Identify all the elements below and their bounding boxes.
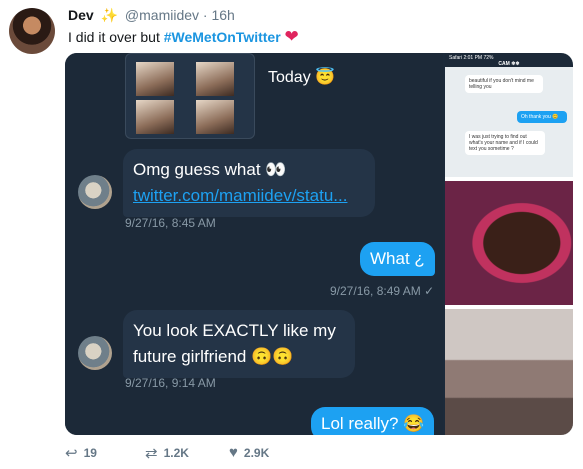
message-time: 9/27/16, 8:45 AM <box>125 216 216 230</box>
today-label: Today 😇 <box>268 69 336 86</box>
couple-photo[interactable] <box>445 309 573 435</box>
reply-button[interactable]: ↩ 19 <box>65 444 97 462</box>
photo-thumb <box>196 100 234 134</box>
status-bar: Safari 2:01 PM 72% CAM ❄❄ <box>445 53 573 67</box>
message-text: Omg guess what 👀 <box>133 160 287 179</box>
message-time: 9/27/16, 8:49 AM ✓ <box>330 284 435 298</box>
tweet-header: Dev ✨ @mamiidev · 16h <box>68 7 235 24</box>
message-bubble-in: Omg guess what 👀 twitter.com/mamiidev/st… <box>123 149 375 217</box>
sender-avatar <box>78 175 112 209</box>
retweet-count: 1.2K <box>163 446 189 460</box>
sender-avatar <box>78 336 112 370</box>
contact-name: CAM ❄❄ <box>498 61 520 67</box>
tweet-link[interactable]: twitter.com/mamiidev/statu... <box>133 183 365 209</box>
photo-thumb <box>196 62 234 96</box>
retweet-button[interactable]: ⇄ 1.2K <box>145 444 189 462</box>
author-handle[interactable]: @mamiidev <box>125 7 199 23</box>
like-count: 2.9K <box>243 445 270 460</box>
mini-message-out: Oh thank you 😊 <box>517 111 567 123</box>
hashtag-link[interactable]: #WeMetOnTwitter <box>164 29 281 45</box>
mini-message-in: I was just trying to find out what's you… <box>465 131 545 155</box>
message-text: You look EXACTLY like my future girlfrie… <box>133 321 336 366</box>
reply-icon: ↩ <box>65 445 78 462</box>
message-time: 9/27/16, 9:14 AM <box>125 376 216 390</box>
heart-icon: ♥ <box>229 444 238 461</box>
author-name[interactable]: Dev <box>68 7 94 23</box>
tweet-text: I did it over but #WeMetOnTwitter ❤ <box>68 27 299 47</box>
photo-thumb <box>136 62 174 96</box>
author-avatar[interactable] <box>9 8 55 54</box>
photo-grid <box>125 53 255 139</box>
tweet-body: I did it over but <box>68 29 160 45</box>
sparkle-icon: ✨ <box>100 7 119 23</box>
message-bubble-out: Lol really? 😂 <box>311 407 435 435</box>
reply-count: 19 <box>83 446 97 460</box>
media-grid: Today 😇 Omg guess what 👀 twitter.com/mam… <box>65 53 573 435</box>
side-images: Safari 2:01 PM 72% CAM ❄❄ beautiful if y… <box>445 53 573 435</box>
dm-screenshot-thumb[interactable]: Safari 2:01 PM 72% CAM ❄❄ beautiful if y… <box>445 53 573 179</box>
message-text: Lol really? 😂 <box>321 414 425 433</box>
message-text: What ¿ <box>370 249 425 268</box>
like-button[interactable]: ♥ 2.9K <box>229 444 269 461</box>
tweet-time[interactable]: 16h <box>211 7 234 23</box>
mini-message-in: beautiful if you don't mind me telling y… <box>465 75 543 93</box>
message-bubble-out: What ¿ <box>360 242 435 276</box>
message-bubble-in: You look EXACTLY like my future girlfrie… <box>123 310 355 378</box>
photo-thumb <box>136 100 174 134</box>
heart-emoji-icon: ❤ <box>284 27 299 46</box>
dm-screenshot[interactable]: Today 😇 Omg guess what 👀 twitter.com/mam… <box>65 53 443 435</box>
selfie-photo[interactable] <box>445 181 573 307</box>
retweet-icon: ⇄ <box>145 445 158 462</box>
separator: · <box>202 7 208 23</box>
